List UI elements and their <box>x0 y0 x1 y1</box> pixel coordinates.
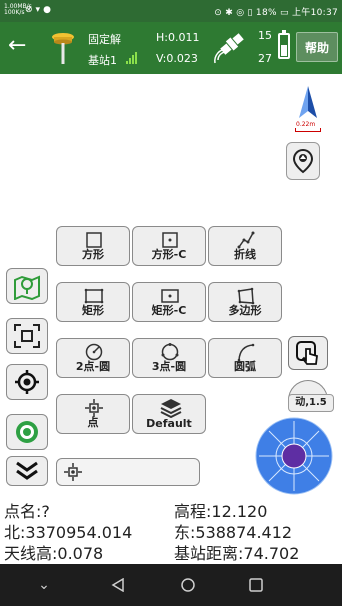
vertical-precision: V:0.023 <box>156 52 198 65</box>
tool-square-center[interactable]: 方形-C <box>132 226 206 266</box>
status-bar: 1.00MB/s 100K/s ⊗ ▾ ● ⊙ ✱ ◎ ▯ 18% ▭ 上午10… <box>0 0 342 22</box>
antenna-height: 天线高:0.078 <box>4 544 104 563</box>
fullscreen-icon <box>14 324 40 348</box>
map-scale-bar <box>295 128 321 132</box>
nav-recents-icon[interactable] <box>236 564 276 606</box>
current-tool-field[interactable] <box>56 458 200 486</box>
nav-hide-icon[interactable]: ⌄ <box>24 564 64 606</box>
crosshair-icon <box>15 370 39 394</box>
help-button[interactable]: 帮助 <box>296 32 338 62</box>
wifi-icon: ▾ <box>35 5 41 15</box>
notification-dot-icon: ● <box>43 5 51 15</box>
signal-strength-icon <box>126 52 137 64</box>
satellites-used: 15 <box>258 29 272 42</box>
sync-icon: ⊗ <box>25 5 33 15</box>
tool-arc[interactable]: 圆弧 <box>208 338 282 378</box>
direction-compass-joystick[interactable] <box>254 416 334 496</box>
tool-polygon[interactable]: 多边形 <box>208 282 282 322</box>
collapse-toolbar-button[interactable] <box>6 456 48 486</box>
tool-rectangle[interactable]: 矩形 <box>56 282 130 322</box>
speed-indicator: 动,1.5 <box>288 394 334 412</box>
map-scale-label: 0.22m <box>296 121 316 128</box>
center-position-button[interactable] <box>6 364 48 400</box>
back-arrow-icon[interactable]: ← <box>8 34 26 58</box>
base-distance: 基站距离:74.702 <box>174 544 300 563</box>
double-chevron-down-icon <box>16 461 38 480</box>
tap-hand-icon <box>296 341 318 365</box>
tool-polyline[interactable]: 折线 <box>208 226 282 266</box>
tool-layer-default[interactable]: Default <box>132 394 206 434</box>
layers-icon <box>160 399 182 418</box>
tool-circle-2pt[interactable]: 2点-圆 <box>56 338 130 378</box>
tool-circle-3pt[interactable]: 3点-圆 <box>132 338 206 378</box>
solution-status: 固定解 <box>88 33 121 46</box>
zoom-extent-button[interactable] <box>6 318 48 354</box>
record-toggle-button[interactable] <box>6 414 48 450</box>
satellite-icon <box>214 33 244 64</box>
map-pin-icon <box>14 275 40 300</box>
satellites-total: 27 <box>258 52 272 65</box>
location-pin-icon <box>292 148 314 174</box>
north-arrow-icon <box>299 86 317 118</box>
map-point-button[interactable] <box>6 268 48 304</box>
tool-rectangle-center[interactable]: 矩形-C <box>132 282 206 322</box>
tool-square[interactable]: 方形 <box>56 226 130 266</box>
touch-mode-button[interactable] <box>288 336 328 370</box>
battery-level <box>281 45 287 56</box>
status-right: ⊙ ✱ ◎ ▯ 18% ▭ 上午10:37 <box>214 8 338 18</box>
tool-point[interactable]: 点 <box>56 394 130 434</box>
battery-icon <box>278 30 290 59</box>
network-speed: 1.00MB/s 100K/s <box>4 3 32 16</box>
locate-gps-button[interactable] <box>286 142 320 180</box>
horizontal-precision: H:0.011 <box>156 31 200 44</box>
position-info-panel: 点名:? 高程:12.120 北:3370954.014 东:538874.41… <box>0 498 342 564</box>
nav-back-icon[interactable] <box>98 564 138 606</box>
nav-home-icon[interactable] <box>168 564 208 606</box>
system-nav-bar: ⌄ <box>0 564 342 606</box>
gnss-receiver-icon <box>52 33 74 64</box>
app-header: ← 固定解 基站1 H:0.011 V:0.023 15 27 帮助 <box>0 22 342 74</box>
record-icon <box>16 421 38 443</box>
point-icon <box>64 463 82 481</box>
base-station-label: 基站1 <box>88 54 117 67</box>
